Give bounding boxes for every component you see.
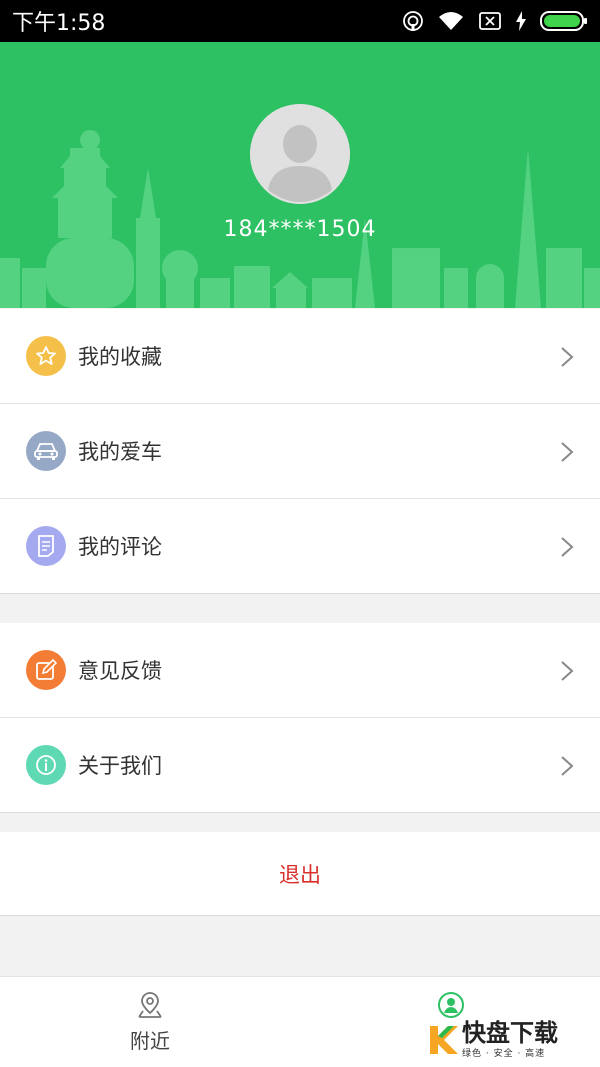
watermark-subtitle: 绿色 · 安全 · 高速: [462, 1048, 546, 1059]
menu-item-my-comments[interactable]: 我的评论: [0, 499, 600, 594]
status-time: 下午1:58: [12, 11, 106, 36]
watermark-k-icon: [430, 1026, 458, 1054]
chevron-right-icon: [561, 756, 574, 776]
hotspot-icon: [402, 10, 424, 32]
chevron-right-icon: [561, 442, 574, 462]
star-icon: [26, 336, 66, 376]
watermark-title: 快盘下载: [462, 1018, 558, 1047]
charging-icon: [516, 11, 526, 31]
profile-header: 184****1504: [0, 42, 600, 308]
user-phone: 184****1504: [223, 217, 377, 242]
menu-label: 我的爱车: [78, 440, 162, 464]
battery-icon: [540, 10, 588, 32]
menu-item-my-car[interactable]: 我的爱车: [0, 404, 600, 499]
menu-label: 我的收藏: [78, 345, 162, 369]
chevron-right-icon: [561, 537, 574, 557]
user-avatar[interactable]: [250, 104, 350, 204]
default-avatar-icon: [250, 104, 350, 204]
info-icon: [26, 745, 66, 785]
logout-button[interactable]: 退出: [0, 832, 600, 916]
wifi-icon: [438, 11, 464, 31]
menu-label: 关于我们: [78, 754, 162, 778]
status-bar: 下午1:58: [0, 0, 600, 42]
watermark-logo: 快盘下载 绿色 · 安全 · 高速: [428, 1016, 598, 1062]
comment-icon: [26, 526, 66, 566]
chevron-right-icon: [561, 347, 574, 367]
car-icon: [26, 431, 66, 471]
tab-nearby[interactable]: 附近: [75, 977, 225, 1067]
menu-group-personal: 我的收藏 我的爱车 我的评论: [0, 309, 600, 594]
no-sim-icon: [478, 11, 502, 31]
menu-group-support: 意见反馈 关于我们: [0, 623, 600, 813]
status-icons: [402, 10, 588, 32]
menu-item-favorites[interactable]: 我的收藏: [0, 309, 600, 404]
tab-label: 附近: [130, 1029, 170, 1053]
location-pin-icon: [138, 992, 162, 1018]
edit-icon: [26, 650, 66, 690]
chevron-right-icon: [561, 661, 574, 681]
menu-item-about-us[interactable]: 关于我们: [0, 718, 600, 813]
menu-label: 意见反馈: [78, 659, 162, 683]
menu-item-feedback[interactable]: 意见反馈: [0, 623, 600, 718]
user-icon: [438, 992, 464, 1018]
menu-label: 我的评论: [78, 535, 162, 559]
